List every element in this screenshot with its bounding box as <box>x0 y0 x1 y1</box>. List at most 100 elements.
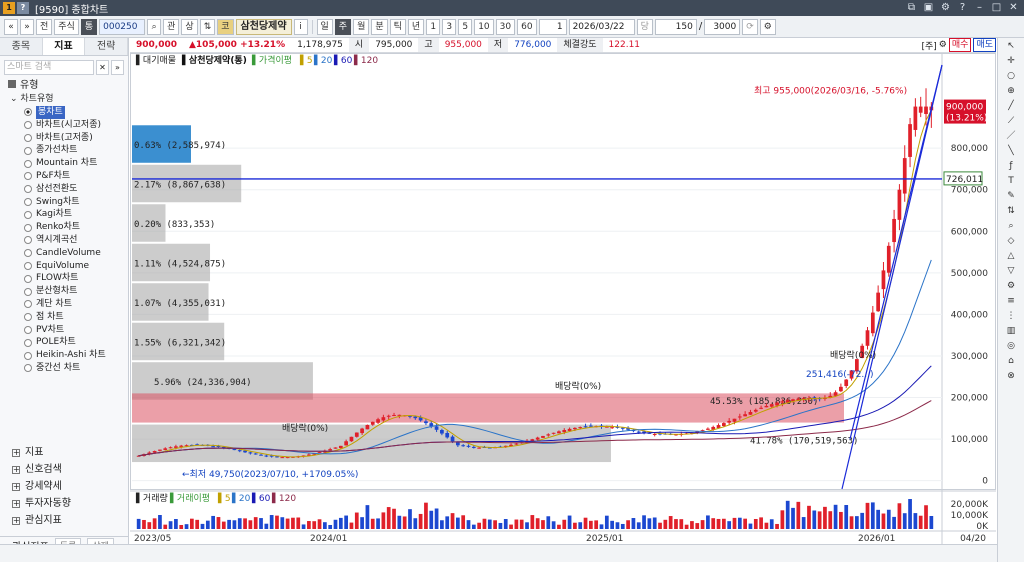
indicator-folder[interactable]: + 지표 <box>0 444 128 461</box>
all-button[interactable]: 전 <box>36 18 53 35</box>
settings-icon[interactable]: ⚙ <box>1003 280 1019 293</box>
search-icon[interactable]: ⌕ <box>147 18 162 35</box>
fibo-icon[interactable]: ƒ <box>1003 160 1019 173</box>
chart-canvas[interactable]: ▌대기매물 ▌삼천당제약(통) ▌가격이평 ▌5 ▌20 ▌60 ▌1200100,0002… <box>130 53 996 544</box>
cursor-icon[interactable]: ↖ <box>1003 40 1019 53</box>
interval-30[interactable]: 30 <box>495 18 516 35</box>
expand-icon[interactable]: + <box>12 500 20 508</box>
pin-icon[interactable]: ▣ <box>922 1 935 14</box>
interval-5[interactable]: 5 <box>458 18 473 35</box>
date-today-button[interactable]: 당 <box>636 18 653 35</box>
gear-icon[interactable]: ⚙ <box>939 40 947 50</box>
chart-type-item[interactable]: 점 차트 <box>24 311 128 324</box>
stock-name[interactable]: 삼천당제약 <box>235 18 292 35</box>
radio-icon[interactable] <box>24 351 32 360</box>
chart-type-item[interactable]: P&F차트 <box>24 170 128 183</box>
radio-icon[interactable] <box>24 338 32 347</box>
refresh-icon[interactable]: ⟳ <box>742 18 758 35</box>
indicator-folder[interactable]: + 투자자동향 <box>0 495 128 512</box>
home-icon[interactable]: ⌂ <box>1003 355 1019 368</box>
chart-type-item[interactable]: POLE차트 <box>24 336 128 349</box>
line-icon[interactable]: ╲ <box>1003 145 1019 158</box>
close-icon[interactable]: ✕ <box>1007 1 1020 14</box>
expand-icon[interactable]: + <box>12 449 20 457</box>
chart-type-item[interactable]: FLOW차트 <box>24 272 128 285</box>
chart-type-item[interactable]: CandleVolume <box>24 247 128 260</box>
line-icon[interactable]: ／ <box>1003 130 1019 143</box>
sell-button[interactable]: 매도 <box>973 38 996 52</box>
help-icon[interactable]: ? <box>17 2 29 14</box>
radio-icon[interactable] <box>24 146 32 155</box>
interval-3[interactable]: 3 <box>442 18 457 35</box>
chart-type-item[interactable]: 바차트(시고저종) <box>24 119 128 132</box>
expand-icon[interactable]: + <box>12 517 20 525</box>
grid-icon[interactable]: ⋮ <box>1003 310 1019 323</box>
grid-icon[interactable]: ≡ <box>1003 295 1019 308</box>
expand-icon[interactable]: + <box>12 466 20 474</box>
chart-type-item[interactable]: PV차트 <box>24 324 128 337</box>
tab-indicators[interactable]: 지표 <box>42 38 86 55</box>
radio-icon[interactable] <box>24 210 32 219</box>
pencil-icon[interactable]: ✎ <box>1003 190 1019 203</box>
sector-button[interactable]: 상 <box>181 18 198 35</box>
radio-icon[interactable] <box>24 287 32 296</box>
radio-icon[interactable] <box>24 197 32 206</box>
radio-icon[interactable] <box>24 133 32 142</box>
interval-10[interactable]: 10 <box>474 18 494 35</box>
radio-icon[interactable] <box>24 261 32 270</box>
chart-type-group[interactable]: ⌄ 차트유형 <box>0 93 128 106</box>
info-button[interactable]: i <box>293 18 308 35</box>
unified-market-button[interactable]: 통 <box>80 18 98 35</box>
smart-search-input[interactable]: 스마트 검색 <box>4 60 94 75</box>
triangle-icon[interactable]: ▽ <box>1003 265 1019 278</box>
chart-type-item[interactable]: Swing차트 <box>24 196 128 209</box>
chart-type-item[interactable]: Kagi차트 <box>24 208 128 221</box>
indicator-folder[interactable]: + 강세약세 <box>0 478 128 495</box>
zoom-icon[interactable]: ⊕ <box>1003 85 1019 98</box>
clear-icon[interactable]: ✕ <box>96 60 109 75</box>
radio-icon[interactable] <box>24 223 32 232</box>
period-tick[interactable]: 틱 <box>389 18 406 35</box>
chart-type-item[interactable]: 바차트(고저종) <box>24 132 128 145</box>
settings-icon[interactable]: ⚙ <box>939 1 952 14</box>
indicator-folder[interactable]: + 신호검색 <box>0 461 128 478</box>
chart-type-item[interactable]: EquiVolume <box>24 260 128 273</box>
circle-icon[interactable]: ○ <box>1003 70 1019 83</box>
chart-type-item[interactable]: 계단 차트 <box>24 298 128 311</box>
radio-icon[interactable] <box>24 249 32 258</box>
trendline-icon[interactable]: ╱ <box>1003 100 1019 113</box>
radio-icon[interactable] <box>24 274 32 283</box>
buy-button[interactable]: 매수 <box>948 38 972 52</box>
section-type[interactable]: 유형 <box>0 79 128 93</box>
period-day[interactable]: 일 <box>316 18 333 35</box>
trendline-icon[interactable]: ⟋ <box>1003 115 1019 128</box>
chart-type-item[interactable]: 역시계곡선 <box>24 234 128 247</box>
chart-type-item[interactable]: Mountain 차트 <box>24 157 128 170</box>
period-month[interactable]: 월 <box>353 18 370 35</box>
price-chart[interactable]: ▌대기매물 ▌삼천당제약(통) ▌가격이평 ▌5 ▌20 ▌60 ▌120 0 100,000 2… <box>130 53 996 544</box>
radio-icon[interactable] <box>24 313 32 322</box>
bar-icon[interactable]: ▥ <box>1003 325 1019 338</box>
minimize-icon[interactable]: – <box>973 1 986 14</box>
radio-icon[interactable] <box>24 172 32 181</box>
eye-icon[interactable]: ◎ <box>1003 340 1019 353</box>
chart-type-item[interactable]: Heikin-Ashi 차트 <box>24 349 128 362</box>
radio-icon[interactable] <box>24 108 32 117</box>
collapse-icon[interactable]: » <box>111 60 124 75</box>
nav-next-button[interactable]: » <box>20 18 34 35</box>
chart-type-item[interactable]: 종가선차트 <box>24 144 128 157</box>
radio-icon[interactable] <box>24 236 32 245</box>
crosshair-icon[interactable]: ✛ <box>1003 55 1019 68</box>
chart-type-item[interactable]: 분산형차트 <box>24 285 128 298</box>
zoom-in-icon[interactable]: ⌕ <box>1003 220 1019 233</box>
period-minute[interactable]: 분 <box>371 18 388 35</box>
maximize-icon[interactable]: □ <box>990 1 1003 14</box>
radio-icon[interactable] <box>24 300 32 309</box>
count-input[interactable]: 150 <box>654 18 697 35</box>
tab-strategy[interactable]: 전략 <box>85 38 129 55</box>
sort-icon[interactable]: ⇅ <box>199 18 216 35</box>
chart-type-item[interactable]: 삼선전환도 <box>24 183 128 196</box>
magnet-icon[interactable]: ◇ <box>1003 235 1019 248</box>
step-input[interactable]: 1 <box>538 18 567 35</box>
gear-icon[interactable]: ⚙ <box>759 18 776 35</box>
